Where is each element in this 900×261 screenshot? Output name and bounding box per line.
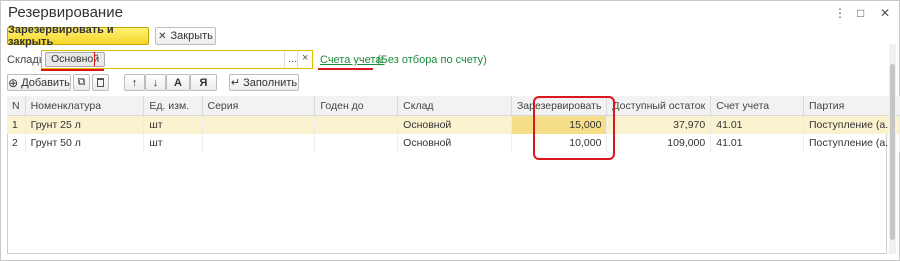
copy-icon: ⧉: [77, 76, 86, 88]
column-header[interactable]: Доступный остаток: [606, 96, 712, 116]
highlight-underline: [41, 69, 104, 71]
select-dots-button[interactable]: ...: [288, 53, 297, 65]
delete-button[interactable]: [92, 74, 109, 91]
cell-item[interactable]: Грунт 50 л: [25, 134, 145, 152]
field-divider: [284, 51, 285, 68]
clear-field-button[interactable]: ×: [302, 52, 308, 64]
cell-available: 37,970: [606, 115, 712, 134]
column-header[interactable]: Склад: [397, 96, 512, 116]
column-header[interactable]: Номенклатура: [25, 96, 145, 116]
reserve-column-highlight: [533, 96, 615, 160]
table-row[interactable]: 1 Грунт 25 л шт Основной 15,000 37,970 4…: [7, 115, 900, 134]
accounts-note: (Без отбора по счету): [377, 54, 487, 66]
reserve-and-close-button[interactable]: Зарезервировать и закрыть: [7, 24, 149, 48]
fill-button[interactable]: ↵ Заполнить: [229, 74, 299, 91]
cell-warehouse[interactable]: Основной: [397, 134, 512, 152]
text-cursor: [94, 52, 95, 66]
column-header[interactable]: Партия: [803, 96, 900, 116]
add-button[interactable]: ⊕ Добавить: [7, 74, 71, 91]
move-up-icon: ↑: [131, 76, 138, 89]
fill-icon: ↵: [230, 77, 241, 89]
close-icon: ✕: [158, 30, 167, 42]
cell-n: 1: [7, 115, 26, 134]
move-down-icon: ↓: [152, 76, 159, 89]
move-up-button[interactable]: ↑: [124, 74, 145, 91]
cell-unit[interactable]: шт: [143, 134, 203, 152]
column-header[interactable]: Серия: [202, 96, 316, 116]
reservation-table: N Номенклатура Ед. изм. Серия Годен до С…: [7, 96, 900, 152]
cell-series[interactable]: [202, 134, 316, 152]
sort-desc-button[interactable]: Я: [190, 74, 217, 91]
fill-label: Заполнить: [243, 76, 298, 89]
copy-button[interactable]: ⧉: [73, 74, 90, 91]
add-icon: ⊕: [8, 75, 19, 90]
column-header[interactable]: N: [7, 96, 26, 116]
cell-n: 2: [7, 134, 26, 152]
warehouse-tag[interactable]: Основной: [45, 52, 106, 67]
field-divider: [297, 51, 298, 68]
sort-asc-icon: А: [174, 76, 182, 89]
table-header-row: N Номенклатура Ед. изм. Серия Годен до С…: [7, 96, 900, 116]
window-title: Резервирование: [8, 4, 123, 21]
cell-available: 109,000: [606, 134, 712, 152]
sort-desc-icon: Я: [199, 76, 208, 89]
cell-batch[interactable]: Поступление (а...: [803, 134, 900, 152]
delete-icon: [97, 78, 104, 87]
column-header[interactable]: Счет учета: [710, 96, 804, 116]
sort-asc-button[interactable]: А: [166, 74, 190, 91]
maximize-icon[interactable]: □: [857, 6, 864, 20]
move-down-button[interactable]: ↓: [145, 74, 166, 91]
scrollbar-thumb[interactable]: [890, 64, 895, 240]
reserve-and-close-label: Зарезервировать и закрыть: [8, 24, 114, 48]
column-header[interactable]: Годен до: [314, 96, 399, 116]
cell-unit[interactable]: шт: [143, 115, 203, 134]
cell-item[interactable]: Грунт 25 л: [25, 115, 145, 134]
cell-series[interactable]: [202, 115, 316, 134]
accounts-link[interactable]: Счета учета:: [320, 54, 384, 66]
close-button[interactable]: ✕ Закрыть: [155, 27, 216, 45]
close-label: Закрыть: [170, 30, 213, 42]
cell-account[interactable]: 41.01: [710, 134, 804, 152]
cell-account[interactable]: 41.01: [710, 115, 804, 134]
close-window-icon[interactable]: ✕: [880, 6, 890, 20]
cell-batch[interactable]: Поступление (а...: [803, 115, 900, 134]
cell-warehouse[interactable]: Основной: [397, 115, 512, 134]
more-icon[interactable]: ⋮: [834, 6, 846, 20]
cell-expires[interactable]: [314, 115, 399, 134]
highlight-underline: [318, 68, 373, 70]
column-header[interactable]: Ед. изм.: [143, 96, 203, 116]
table-row[interactable]: 2 Грунт 50 л шт Основной 10,000 109,000 …: [7, 134, 900, 152]
add-label: Добавить: [21, 76, 70, 89]
cell-expires[interactable]: [314, 134, 399, 152]
